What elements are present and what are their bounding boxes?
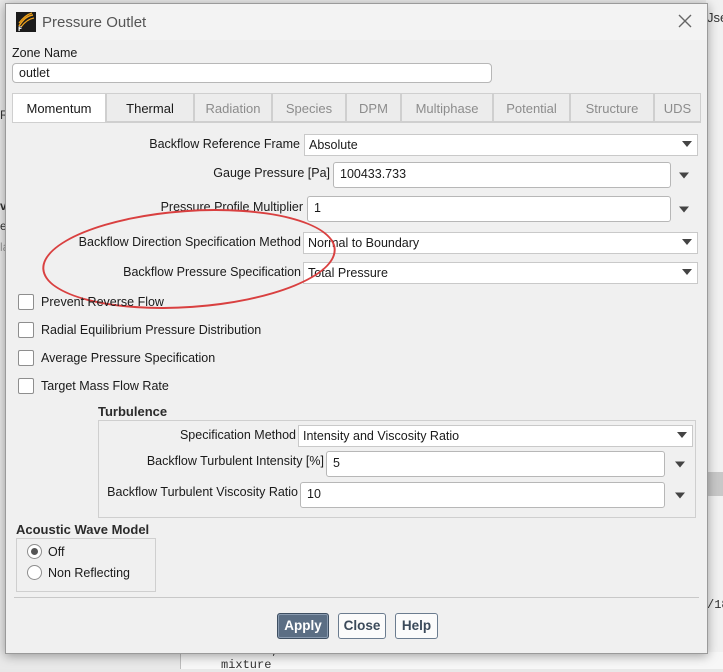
parameter-dropdown-icon[interactable] (679, 172, 689, 180)
background-right-panel (706, 0, 723, 669)
tab-uds[interactable]: UDS (654, 93, 701, 122)
close-icon[interactable] (676, 12, 694, 30)
tab-bar: Momentum Thermal Radiation Species DPM M… (12, 93, 701, 123)
acoustic-non-reflecting-label: Non Reflecting (48, 566, 130, 580)
help-button[interactable]: Help (395, 613, 438, 639)
turbulence-heading: Turbulence (98, 404, 168, 419)
radial-equilibrium-label: Radial Equilibrium Pressure Distribution (41, 323, 262, 337)
turbulent-intensity-input[interactable]: 5 (326, 451, 665, 477)
chevron-down-icon (677, 432, 687, 438)
svg-text:F: F (18, 26, 22, 32)
average-pressure-checkbox[interactable] (18, 350, 34, 366)
tab-structure[interactable]: Structure (570, 93, 654, 122)
parameter-dropdown-icon[interactable] (675, 492, 685, 500)
dialog-title: Pressure Outlet (42, 14, 147, 31)
target-mass-flow-label: Target Mass Flow Rate (41, 379, 169, 393)
tab-multiphase[interactable]: Multiphase (401, 93, 493, 122)
button-bar-divider (14, 597, 699, 598)
acoustic-off-radio[interactable] (27, 544, 42, 559)
backflow-pressure-spec-select[interactable]: Total Pressure (303, 262, 698, 284)
backflow-direction-method-select[interactable]: Normal to Boundary (303, 232, 698, 254)
acoustic-wave-model-heading: Acoustic Wave Model (16, 522, 150, 537)
prevent-reverse-flow-label: Prevent Reverse Flow (41, 295, 164, 309)
target-mass-flow-checkbox[interactable] (18, 378, 34, 394)
zone-name-label: Zone Name (12, 46, 78, 60)
acoustic-non-reflecting-radio[interactable] (27, 565, 42, 580)
close-button[interactable]: Close (338, 613, 386, 639)
acoustic-off-label: Off (48, 545, 65, 559)
backflow-reference-frame-label: Backflow Reference Frame (149, 137, 300, 151)
background-console: domains, mixture (180, 644, 723, 672)
parameter-dropdown-icon[interactable] (675, 461, 685, 469)
pressure-outlet-dialog: F Pressure Outlet Zone Name outlet Momen… (5, 3, 708, 654)
average-pressure-label: Average Pressure Specification (41, 351, 216, 365)
dialog-titlebar[interactable]: F Pressure Outlet (6, 4, 707, 40)
chevron-down-icon (682, 269, 692, 275)
chevron-down-icon (682, 141, 692, 147)
background-scrollbar-band (706, 472, 723, 496)
console-line: mixture (221, 658, 272, 672)
backflow-reference-frame-select[interactable]: Absolute (304, 134, 698, 156)
tab-dpm[interactable]: DPM (346, 93, 401, 122)
apply-button[interactable]: Apply (277, 613, 329, 639)
pressure-profile-multiplier-input[interactable]: 1 (307, 196, 671, 222)
parameter-dropdown-icon[interactable] (679, 206, 689, 214)
radial-equilibrium-checkbox[interactable] (18, 322, 34, 338)
tab-species[interactable]: Species (272, 93, 346, 122)
tab-radiation[interactable]: Radiation (194, 93, 272, 122)
chevron-down-icon (682, 239, 692, 245)
tab-momentum[interactable]: Momentum (12, 93, 106, 123)
turbulent-intensity-label: Backflow Turbulent Intensity [%] (146, 454, 324, 468)
specification-method-value: Intensity and Viscosity Ratio (303, 429, 460, 443)
gauge-pressure-label: Gauge Pressure [Pa] (213, 166, 330, 180)
backflow-reference-frame-value: Absolute (309, 138, 358, 152)
specification-method-select[interactable]: Intensity and Viscosity Ratio (298, 425, 693, 447)
turbulent-viscosity-ratio-label: Backflow Turbulent Viscosity Ratio (107, 485, 298, 499)
specification-method-label: Specification Method (179, 428, 296, 442)
gauge-pressure-input[interactable]: 100433.733 (333, 162, 671, 188)
tab-thermal[interactable]: Thermal (106, 93, 194, 122)
background-text-fragment: Jse (707, 10, 723, 25)
zone-name-input[interactable]: outlet (12, 63, 492, 83)
turbulent-viscosity-ratio-input[interactable]: 10 (300, 482, 665, 508)
background-console-fragment: /18 (707, 598, 723, 612)
tab-potential[interactable]: Potential (493, 93, 570, 122)
prevent-reverse-flow-checkbox[interactable] (18, 294, 34, 310)
fluent-app-icon: F (16, 12, 36, 32)
